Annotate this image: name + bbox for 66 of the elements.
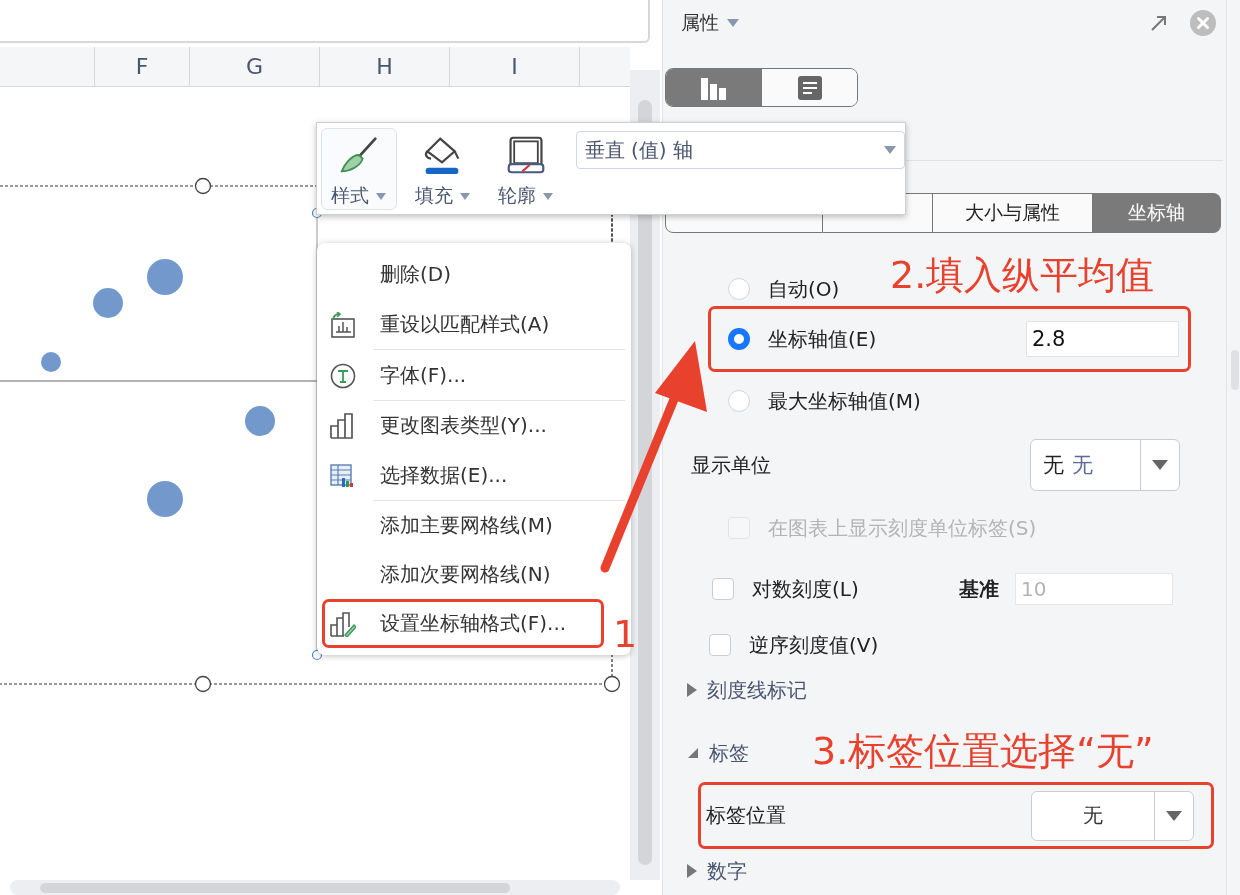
checkbox[interactable] — [709, 634, 731, 656]
option-label[interactable]: 对数刻度(L) — [752, 575, 942, 603]
menu-item[interactable]: 设置坐标轴格式(F)... — [322, 599, 604, 648]
field-label: 基准 — [959, 575, 999, 603]
selection-handle[interactable] — [603, 676, 621, 693]
tab[interactable]: 坐标轴 — [1093, 193, 1221, 233]
caret-icon — [459, 192, 470, 200]
toolbar-button[interactable]: 样式 — [321, 128, 397, 210]
bar-chart-icon — [330, 412, 354, 439]
menu-item[interactable]: 删除(D) — [322, 250, 604, 299]
data-point[interactable] — [245, 406, 275, 437]
bar-chart-icon — [701, 75, 727, 100]
data-point[interactable] — [93, 288, 123, 319]
section-header[interactable]: 数字 — [663, 849, 747, 893]
data-point[interactable] — [41, 352, 61, 373]
field-label: 标签位置 — [706, 802, 786, 829]
column-header[interactable]: I — [450, 47, 580, 87]
column-header[interactable]: G — [190, 47, 320, 87]
caret-icon — [1166, 810, 1182, 821]
scrollbar-thumb[interactable] — [40, 883, 510, 894]
column-header[interactable]: H — [320, 47, 450, 87]
view-toggle-button[interactable] — [666, 69, 762, 106]
selection-handle[interactable] — [194, 676, 212, 693]
step-label: 1 — [613, 612, 638, 656]
checkbox[interactable] — [712, 578, 734, 600]
dropdown-value: 无 — [1082, 802, 1104, 829]
caret-icon — [1152, 460, 1168, 470]
option-label[interactable]: 最大坐标轴值(M) — [768, 372, 921, 430]
tab[interactable]: 大小与属性 — [933, 193, 1093, 233]
selection-handle[interactable] — [194, 178, 212, 195]
dropdown[interactable]: 无 无 — [1030, 439, 1180, 491]
option-label[interactable]: 自动(O) — [768, 272, 840, 306]
chart-edit-icon — [330, 610, 356, 637]
dropdown[interactable]: 垂直 (值) 轴 — [575, 131, 905, 169]
font-icon — [330, 362, 356, 389]
panel-title[interactable]: 属性 — [681, 9, 719, 36]
section-header[interactable]: 标签 — [663, 731, 749, 775]
caret-icon — [376, 192, 387, 200]
step-label: 3.标签位置选择“无” — [812, 728, 1154, 775]
menu-item[interactable]: 添加主要网格线(M) — [322, 501, 604, 550]
document-icon — [798, 75, 822, 100]
dropdown-value: 无 — [1043, 452, 1064, 479]
radio-button[interactable] — [728, 328, 750, 350]
caret-icon — [884, 146, 896, 154]
section-header[interactable]: 刻度线标记 — [663, 668, 807, 712]
reset-chart-icon — [330, 311, 356, 338]
option-label[interactable]: 逆序刻度值(V) — [749, 631, 879, 659]
expand-icon — [1150, 13, 1168, 32]
option-label[interactable]: 坐标轴值(E) — [768, 306, 877, 372]
data-point[interactable] — [147, 259, 183, 296]
dropdown[interactable]: 无 — [1031, 790, 1194, 841]
horizontal-scrollbar[interactable] — [10, 880, 620, 895]
caret-icon — [543, 192, 554, 200]
caret-icon — [727, 18, 739, 27]
dropdown-value: 垂直 (值) 轴 — [584, 136, 693, 164]
field-label: 显示单位 — [691, 451, 771, 479]
table-chart-icon — [330, 463, 354, 488]
column-header[interactable]: F — [95, 47, 190, 87]
view-toggle-button[interactable] — [762, 69, 857, 106]
value-field[interactable]: 2.8 — [1026, 321, 1179, 357]
data-point[interactable] — [147, 481, 183, 518]
close-icon — [1190, 9, 1216, 36]
menu-item[interactable]: 更改图表类型(Y)... — [322, 401, 604, 450]
menu-item[interactable]: 添加次要网格线(N) — [322, 550, 604, 599]
step-label: 2.填入纵平均值 — [890, 252, 1155, 299]
dropdown-preview: 无 — [1072, 452, 1093, 479]
